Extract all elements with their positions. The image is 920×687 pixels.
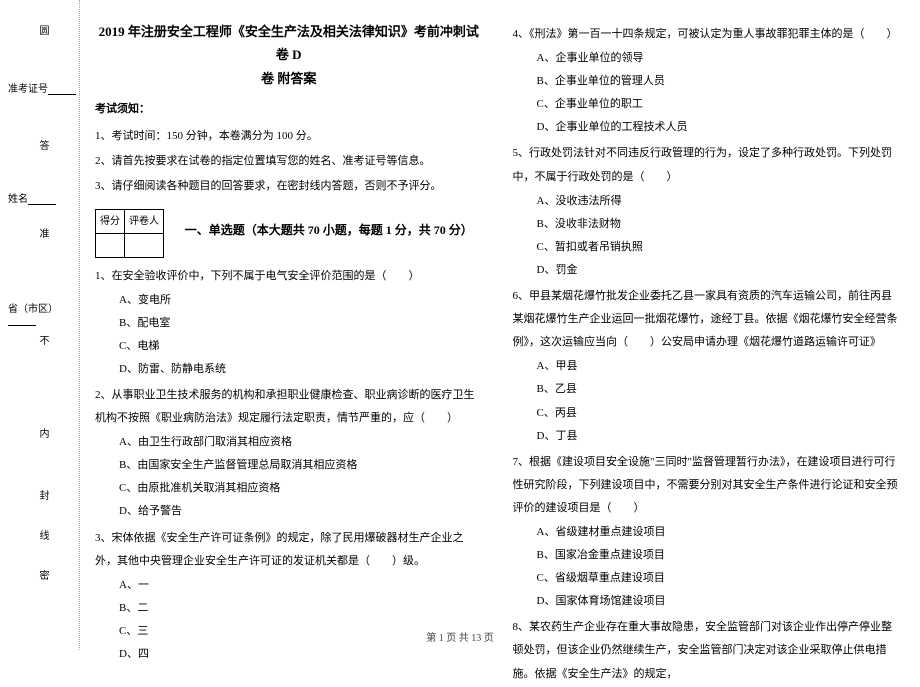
q4-opt-b: B、企事业单位的管理人员 bbox=[537, 70, 901, 93]
score-row: 得分评卷人 一、单选题（本大题共 70 小题，每题 1 分，共 70 分） bbox=[95, 201, 483, 262]
left-column: 2019 年注册安全工程师《安全生产法及相关法律知识》考前冲刺试卷 D 卷 附答… bbox=[95, 20, 483, 687]
binding-vert-7: 封 bbox=[35, 490, 50, 508]
q7-opt-d: D、国家体育场馆建设项目 bbox=[537, 590, 901, 613]
notice-heading: 考试须知： bbox=[95, 98, 483, 121]
binding-vert-5: 内 bbox=[35, 428, 50, 446]
question-5: 5、行政处罚法针对不同违反行政管理的行为，设定了多种行政处罚。下列处罚中，不属于… bbox=[513, 142, 901, 188]
binding-vert-3: 准 bbox=[35, 228, 50, 246]
binding-field-province: 省（市区） bbox=[8, 300, 79, 326]
instruction-2: 2、请首先按要求在试卷的指定位置填写您的姓名、准考证号等信息。 bbox=[95, 150, 483, 173]
q3-opt-b: B、二 bbox=[119, 597, 483, 620]
score-cell-a: 得分 bbox=[96, 209, 125, 233]
q2-opt-c: C、由原批准机关取消其相应资格 bbox=[119, 477, 483, 500]
q2-opt-d: D、给予警告 bbox=[119, 500, 483, 523]
score-table: 得分评卷人 bbox=[95, 209, 164, 258]
question-6: 6、甲县某烟花爆竹批发企业委托乙县一家具有资质的汽车运输公司，前往丙县某烟花爆竹… bbox=[513, 285, 901, 354]
question-1: 1、在安全验收评价中，下列不属于电气安全评价范围的是（ ） bbox=[95, 265, 483, 288]
q5-opt-c: C、暂扣或者吊销执照 bbox=[537, 236, 901, 259]
binding-field-exam-id: 准考证号 bbox=[8, 80, 76, 95]
binding-vert-8: 密 bbox=[35, 570, 50, 588]
part1-heading: 一、单选题（本大题共 70 小题，每题 1 分，共 70 分） bbox=[185, 223, 473, 237]
score-cell-b: 评卷人 bbox=[125, 209, 164, 233]
binding-vert-2: 答 bbox=[35, 140, 50, 158]
q2-opt-a: A、由卫生行政部门取消其相应资格 bbox=[119, 431, 483, 454]
exam-title: 2019 年注册安全工程师《安全生产法及相关法律知识》考前冲刺试卷 D 卷 附答… bbox=[95, 20, 483, 90]
content-area: 2019 年注册安全工程师《安全生产法及相关法律知识》考前冲刺试卷 D 卷 附答… bbox=[95, 20, 900, 687]
question-8: 8、某农药生产企业存在重大事故隐患，安全监管部门对该企业作出停产停业整顿处罚，但… bbox=[513, 616, 901, 685]
q4-opt-c: C、企事业单位的职工 bbox=[537, 93, 901, 116]
binding-vert-1: 圆 bbox=[35, 25, 50, 43]
q5-opt-a: A、没收违法所得 bbox=[537, 190, 901, 213]
question-3: 3、宋体依据《安全生产许可证条例》的规定，除了民用爆破器材生产企业之外，其他中央… bbox=[95, 527, 483, 573]
q6-opt-d: D、丁县 bbox=[537, 425, 901, 448]
q7-opt-b: B、国家冶金重点建设项目 bbox=[537, 544, 901, 567]
q6-opt-c: C、丙县 bbox=[537, 402, 901, 425]
binding-margin: 圆 准考证号 答 准 姓名 不 内 省（市区） 线 封 密 bbox=[0, 0, 80, 650]
binding-field-name: 姓名 bbox=[8, 190, 56, 205]
binding-vert-4: 不 bbox=[35, 335, 50, 353]
q3-opt-a: A、一 bbox=[119, 574, 483, 597]
q1-opt-c: C、电梯 bbox=[119, 335, 483, 358]
q6-opt-b: B、乙县 bbox=[537, 378, 901, 401]
q3-opt-d: D、四 bbox=[119, 643, 483, 666]
q7-opt-c: C、省级烟草重点建设项目 bbox=[537, 567, 901, 590]
question-7: 7、根据《建设项目安全设施"三同时"监督管理暂行办法》，在建设项目进行可行性研究… bbox=[513, 451, 901, 520]
right-column: 4、《刑法》第一百一十四条规定，可被认定为重人事故罪犯罪主体的是（ ） A、企事… bbox=[513, 20, 901, 687]
q1-opt-b: B、配电室 bbox=[119, 312, 483, 335]
instruction-3: 3、请仔细阅读各种题目的回答要求，在密封线内答题，否则不予评分。 bbox=[95, 175, 483, 198]
instruction-1: 1、考试时间：150 分钟，本卷满分为 100 分。 bbox=[95, 125, 483, 148]
q6-opt-a: A、甲县 bbox=[537, 355, 901, 378]
q5-opt-b: B、没收非法财物 bbox=[537, 213, 901, 236]
question-4: 4、《刑法》第一百一十四条规定，可被认定为重人事故罪犯罪主体的是（ ） bbox=[513, 23, 901, 46]
q2-opt-b: B、由国家安全生产监督管理总局取消其相应资格 bbox=[119, 454, 483, 477]
question-2: 2、从事职业卫生技术服务的机构和承担职业健康检查、职业病诊断的医疗卫生机构不按照… bbox=[95, 384, 483, 430]
q5-opt-d: D、罚金 bbox=[537, 259, 901, 282]
q7-opt-a: A、省级建材重点建设项目 bbox=[537, 521, 901, 544]
q4-opt-d: D、企事业单位的工程技术人员 bbox=[537, 116, 901, 139]
q1-opt-a: A、变电所 bbox=[119, 289, 483, 312]
q1-opt-d: D、防雷、防静电系统 bbox=[119, 358, 483, 381]
page-footer: 第 1 页 共 13 页 bbox=[0, 629, 920, 644]
q4-opt-a: A、企事业单位的领导 bbox=[537, 47, 901, 70]
binding-vert-6: 线 bbox=[35, 530, 50, 548]
